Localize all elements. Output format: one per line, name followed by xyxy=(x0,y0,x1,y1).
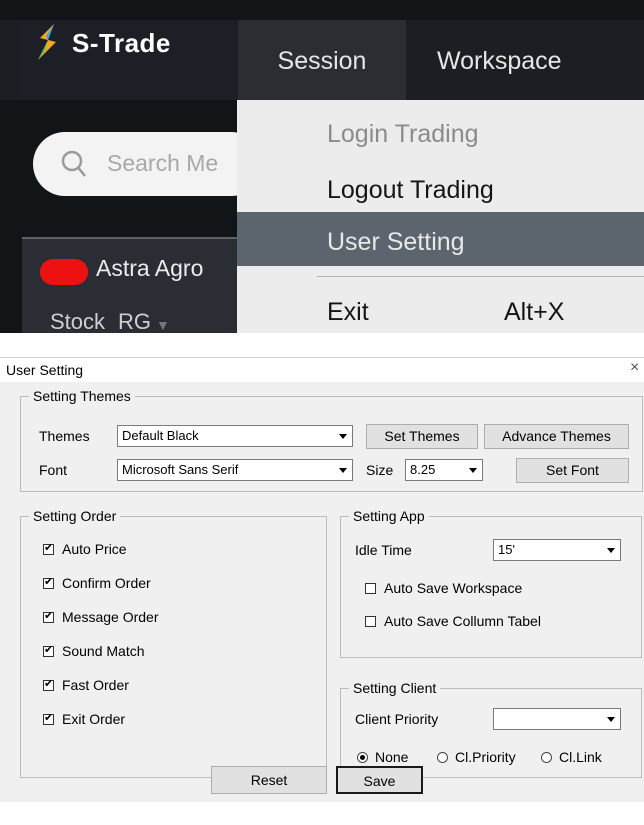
size-label: Size xyxy=(366,462,394,478)
checkbox-icon[interactable] xyxy=(43,711,54,725)
dialog-title: User Setting xyxy=(6,362,84,378)
chevron-down-icon[interactable] xyxy=(334,426,352,446)
radio-icon[interactable] xyxy=(541,751,552,763)
checkbox-icon[interactable] xyxy=(43,541,54,555)
session-dropdown-menu: Login Trading Logout Trading User Settin… xyxy=(237,100,644,333)
group-legend: Setting Order xyxy=(29,508,121,524)
exit-order-checkbox[interactable]: Exit Order xyxy=(43,711,125,727)
menu-item-login-trading: Login Trading xyxy=(327,120,479,148)
idle-time-label: Idle Time xyxy=(355,542,412,558)
checkbox-icon[interactable] xyxy=(365,582,376,594)
chevron-down-icon: ▼ xyxy=(156,317,170,333)
status-indicator xyxy=(40,259,88,285)
chevron-down-icon[interactable] xyxy=(602,540,620,560)
idle-time-value: 15' xyxy=(498,542,515,557)
group-legend: Setting Client xyxy=(349,680,441,696)
radio-label: Cl.Link xyxy=(559,749,602,765)
font-label: Font xyxy=(39,462,68,478)
radio-label: Cl.Priority xyxy=(455,749,516,765)
fast-order-checkbox[interactable]: Fast Order xyxy=(43,677,129,693)
idle-time-select[interactable]: 15' xyxy=(493,539,621,561)
save-button[interactable]: Save xyxy=(336,766,423,794)
chevron-down-icon[interactable] xyxy=(602,709,620,729)
checkbox-label: Message Order xyxy=(62,609,159,625)
panel-title: Astra Agro xyxy=(96,255,204,281)
stock-label: Stock xyxy=(50,309,106,333)
group-legend: Setting App xyxy=(349,508,429,524)
menu-separator xyxy=(317,276,644,277)
app-window: S-Trade Session Workspace Search Me Astr… xyxy=(0,0,644,333)
setting-client-group: Setting Client Client Priority None Cl.P… xyxy=(340,680,642,778)
menu-item-logout-trading[interactable]: Logout Trading xyxy=(327,176,494,205)
confirm-order-checkbox[interactable]: Confirm Order xyxy=(43,575,151,591)
chevron-down-icon[interactable] xyxy=(334,460,352,480)
advance-themes-button[interactable]: Advance Themes xyxy=(484,424,629,449)
stock-panel: Astra Agro Stock RG ▼ xyxy=(22,237,262,333)
radio-cl-link[interactable]: Cl.Link xyxy=(541,749,602,765)
setting-order-group: Setting Order Auto Price Confirm Order M… xyxy=(20,508,327,778)
size-value: 8.25 xyxy=(410,462,436,477)
sound-match-checkbox[interactable]: Sound Match xyxy=(43,643,145,659)
radio-icon[interactable] xyxy=(437,751,448,763)
radio-none[interactable]: None xyxy=(357,749,408,765)
checkbox-label: Auto Save Workspace xyxy=(384,580,523,596)
checkbox-icon[interactable] xyxy=(43,575,54,589)
exit-shortcut: Alt+X xyxy=(504,298,565,326)
checkbox-icon[interactable] xyxy=(43,643,54,657)
dialog-title-bar: User Setting × xyxy=(0,358,644,382)
checkbox-icon[interactable] xyxy=(43,609,54,623)
search-icon xyxy=(61,150,86,177)
checkbox-icon[interactable] xyxy=(365,615,376,627)
s-trade-logo-icon xyxy=(38,24,56,60)
client-priority-label: Client Priority xyxy=(355,711,439,727)
set-themes-button[interactable]: Set Themes xyxy=(366,424,478,449)
client-priority-select[interactable] xyxy=(493,708,621,730)
stock-select[interactable]: RG xyxy=(118,309,151,333)
set-font-button[interactable]: Set Font xyxy=(516,458,629,483)
auto-price-checkbox[interactable]: Auto Price xyxy=(43,541,127,557)
setting-themes-group: Setting Themes Themes Default Black Set … xyxy=(20,388,643,492)
menu-item-exit[interactable]: Exit xyxy=(327,298,369,327)
themes-label: Themes xyxy=(39,428,90,444)
search-placeholder: Search Me xyxy=(107,150,219,176)
checkbox-label: Auto Price xyxy=(62,541,127,557)
themes-value: Default Black xyxy=(122,428,199,443)
auto-save-column-checkbox[interactable]: Auto Save Collumn Tabel xyxy=(365,613,541,629)
checkbox-label: Sound Match xyxy=(62,643,145,659)
close-icon[interactable]: × xyxy=(630,359,639,377)
radio-cl-priority[interactable]: Cl.Priority xyxy=(437,749,516,765)
message-order-checkbox[interactable]: Message Order xyxy=(43,609,158,625)
auto-save-workspace-checkbox[interactable]: Auto Save Workspace xyxy=(365,580,522,596)
menu-workspace[interactable]: Workspace xyxy=(437,20,562,100)
group-legend: Setting Themes xyxy=(29,388,135,404)
font-select[interactable]: Microsoft Sans Serif xyxy=(117,459,353,481)
radio-icon[interactable] xyxy=(357,751,368,763)
checkbox-label: Exit Order xyxy=(62,711,126,727)
checkbox-icon[interactable] xyxy=(43,677,54,691)
checkbox-label: Confirm Order xyxy=(62,575,151,591)
search-input[interactable]: Search Me xyxy=(33,132,263,196)
menu-item-user-setting[interactable]: User Setting xyxy=(327,228,465,257)
checkbox-label: Auto Save Collumn Tabel xyxy=(384,613,541,629)
chevron-down-icon[interactable] xyxy=(464,460,482,480)
user-setting-dialog: User Setting × Setting Themes Themes Def… xyxy=(0,357,644,802)
themes-select[interactable]: Default Black xyxy=(117,425,353,447)
menu-session[interactable]: Session xyxy=(238,20,406,100)
reset-button[interactable]: Reset xyxy=(211,766,327,794)
setting-app-group: Setting App Idle Time 15' Auto Save Work… xyxy=(340,508,642,658)
font-value: Microsoft Sans Serif xyxy=(122,462,239,477)
checkbox-label: Fast Order xyxy=(62,677,129,693)
brand-name: S-Trade xyxy=(72,28,171,58)
radio-label: None xyxy=(375,749,409,765)
size-select[interactable]: 8.25 xyxy=(405,459,483,481)
